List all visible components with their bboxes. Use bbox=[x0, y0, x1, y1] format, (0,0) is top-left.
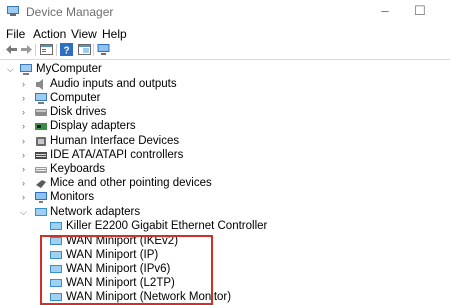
menu-view[interactable]: View bbox=[71, 27, 97, 41]
chevron-right-icon[interactable]: › bbox=[22, 164, 25, 174]
tree-item-audio[interactable]: › Audio inputs and outputs bbox=[0, 78, 450, 92]
tree-root-label: MyComputer bbox=[36, 63, 102, 75]
network-adapter-item[interactable]: Killer E2200 Gigabit Ethernet Controller bbox=[0, 220, 450, 234]
chevron-down-icon[interactable]: ⌵ bbox=[20, 207, 27, 218]
display-adapter-icon bbox=[35, 123, 47, 130]
disk-drive-icon bbox=[35, 109, 47, 116]
computer-icon bbox=[35, 93, 47, 104]
keyboard-icon bbox=[35, 167, 47, 173]
highlight-annotation bbox=[40, 235, 213, 305]
tree-item-disk-drives[interactable]: › Disk drives bbox=[0, 106, 450, 120]
back-arrow-icon[interactable] bbox=[4, 42, 19, 57]
ide-controller-icon bbox=[35, 152, 47, 159]
chevron-right-icon[interactable]: › bbox=[22, 136, 25, 146]
tree-item-label: Monitors bbox=[50, 191, 95, 203]
minimize-button[interactable]: – bbox=[370, 0, 400, 24]
menu-bar: File Action View Help bbox=[0, 25, 450, 43]
tree-root[interactable]: ⌵ MyComputer bbox=[0, 63, 450, 77]
chevron-right-icon[interactable]: › bbox=[22, 107, 25, 117]
tree-item-label: IDE ATA/ATAPI controllers bbox=[50, 149, 184, 161]
chevron-right-icon[interactable]: › bbox=[22, 192, 25, 202]
monitor-icon[interactable] bbox=[96, 42, 111, 57]
computer-root-icon bbox=[20, 64, 32, 75]
device-manager-icon bbox=[7, 6, 19, 16]
speaker-icon bbox=[36, 79, 43, 90]
mouse-icon bbox=[36, 180, 46, 188]
forward-arrow-icon[interactable] bbox=[19, 42, 34, 57]
tree-item-display-adapters[interactable]: › Display adapters bbox=[0, 120, 450, 134]
help-icon[interactable]: ? bbox=[59, 42, 74, 57]
tree-border bbox=[0, 59, 450, 60]
show-hidden-icon[interactable] bbox=[77, 42, 92, 57]
chevron-right-icon[interactable]: › bbox=[22, 79, 25, 89]
tree-item-ide-controllers[interactable]: › IDE ATA/ATAPI controllers bbox=[0, 149, 450, 163]
tree-item-monitors[interactable]: › Monitors bbox=[0, 191, 450, 205]
menu-file[interactable]: File bbox=[6, 27, 25, 41]
tree-item-label: Display adapters bbox=[50, 120, 136, 132]
menu-action[interactable]: Action bbox=[33, 27, 66, 41]
maximize-button[interactable]: ☐ bbox=[405, 0, 435, 24]
chevron-right-icon[interactable]: › bbox=[22, 121, 25, 131]
chevron-right-icon[interactable]: › bbox=[22, 93, 25, 103]
tree-item-label: Mice and other pointing devices bbox=[50, 177, 212, 189]
menu-help[interactable]: Help bbox=[102, 27, 127, 41]
tree-item-keyboards[interactable]: › Keyboards bbox=[0, 163, 450, 177]
chevron-right-icon[interactable]: › bbox=[22, 150, 25, 160]
monitor-icon bbox=[35, 192, 47, 203]
tree-item-label: Disk drives bbox=[50, 106, 107, 118]
tree-item-label: Computer bbox=[50, 92, 101, 104]
network-adapter-icon bbox=[35, 208, 47, 216]
properties-icon[interactable] bbox=[39, 42, 54, 57]
tree-item-label: Audio inputs and outputs bbox=[50, 78, 177, 90]
chevron-down-icon[interactable]: ⌵ bbox=[7, 64, 14, 75]
tree-item-mice[interactable]: › Mice and other pointing devices bbox=[0, 177, 450, 191]
svg-text:?: ? bbox=[63, 46, 69, 57]
chevron-right-icon[interactable]: › bbox=[22, 178, 25, 188]
tree-item-label: Keyboards bbox=[50, 163, 105, 175]
network-adapter-icon bbox=[50, 222, 62, 230]
tree-item-label: Human Interface Devices bbox=[50, 135, 180, 147]
network-adapter-label: Killer E2200 Gigabit Ethernet Controller bbox=[66, 220, 268, 232]
tree-item-hid[interactable]: › Human Interface Devices bbox=[0, 135, 450, 149]
tree-item-computer[interactable]: › Computer bbox=[0, 92, 450, 106]
close-button[interactable]: ✕ bbox=[440, 0, 450, 24]
window-title: Device Manager bbox=[26, 5, 114, 19]
tree-item-label: Network adapters bbox=[50, 206, 141, 218]
title-bar: Device Manager – ☐ ✕ bbox=[0, 0, 450, 24]
hid-icon bbox=[36, 137, 46, 146]
tree-item-network-adapters[interactable]: ⌵ Network adapters bbox=[0, 206, 450, 220]
toolbar: ? bbox=[0, 42, 450, 58]
